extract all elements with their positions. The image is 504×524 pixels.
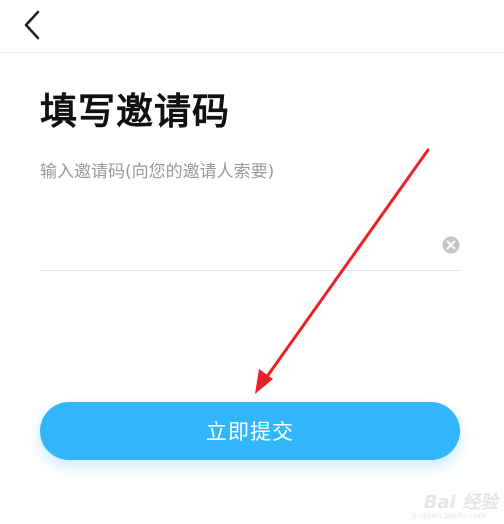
clear-circle-icon xyxy=(442,236,460,254)
invite-hint-text: 输入邀请码(向您的邀请人索要) xyxy=(40,162,275,182)
page-title: 填写邀请码 xyxy=(40,90,230,133)
watermark-domain: jingyan.baidu.com xyxy=(412,511,486,520)
invite-code-field[interactable] xyxy=(40,222,460,271)
submit-button[interactable]: 立即提交 xyxy=(40,402,460,460)
top-bar xyxy=(0,0,504,53)
back-button[interactable] xyxy=(20,8,52,42)
chevron-left-icon xyxy=(24,10,40,40)
submit-button-label: 立即提交 xyxy=(206,420,294,444)
watermark: Bai 经验 jingyan.baidu.com xyxy=(390,488,500,524)
invite-code-input[interactable] xyxy=(40,222,420,268)
clear-button[interactable] xyxy=(442,236,460,254)
